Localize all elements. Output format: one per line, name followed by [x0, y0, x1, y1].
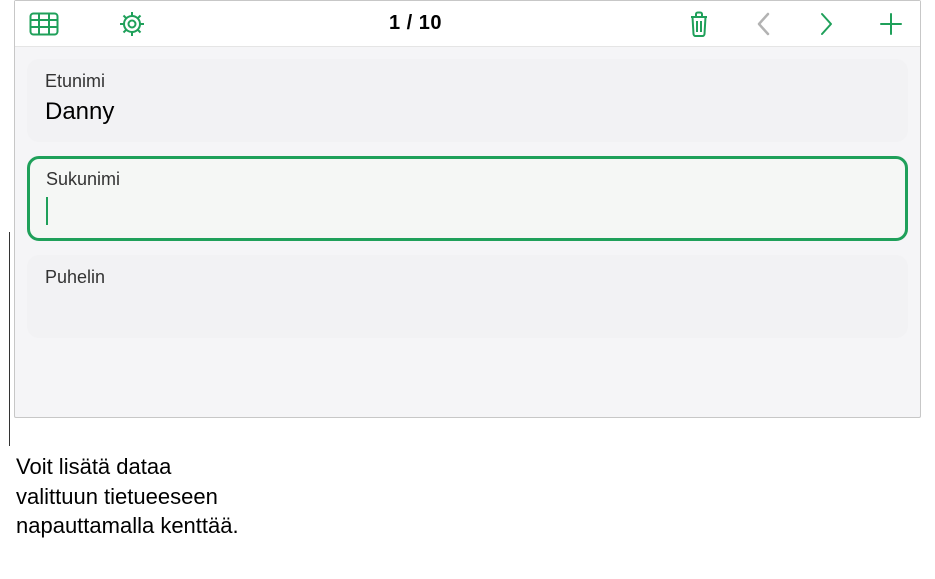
content-area: Etunimi Danny Sukunimi Puhelin: [15, 47, 920, 364]
chevron-right-icon: [819, 11, 835, 37]
field-card-puhelin[interactable]: Puhelin: [27, 255, 908, 338]
toolbar-right-group: [676, 2, 914, 46]
field-value: [46, 196, 889, 226]
table-icon: [29, 12, 59, 36]
field-card-etunimi[interactable]: Etunimi Danny: [27, 59, 908, 142]
chevron-left-icon: [755, 11, 771, 37]
field-value: [45, 294, 890, 324]
gear-icon: [118, 10, 146, 38]
field-label: Puhelin: [45, 267, 890, 288]
plus-icon: [878, 11, 904, 37]
toolbar-left-group: [21, 2, 155, 46]
next-record-button[interactable]: [804, 2, 850, 46]
field-label: Sukunimi: [46, 169, 889, 190]
settings-button[interactable]: [109, 2, 155, 46]
toolbar: 1 / 10: [15, 1, 920, 47]
callout-text: Voit lisätä dataa valittuun tietueeseen …: [16, 452, 239, 541]
record-counter: 1 / 10: [389, 12, 442, 35]
field-value: Danny: [45, 98, 890, 128]
text-cursor: [46, 197, 48, 225]
add-record-button[interactable]: [868, 2, 914, 46]
field-card-sukunimi[interactable]: Sukunimi: [27, 156, 908, 241]
callout-line-1: Voit lisätä dataa: [16, 452, 239, 482]
app-frame: 1 / 10: [14, 0, 921, 418]
table-view-button[interactable]: [21, 2, 67, 46]
callout-leader-line: [9, 232, 10, 446]
previous-record-button[interactable]: [740, 2, 786, 46]
delete-button[interactable]: [676, 2, 722, 46]
callout-line-2: valittuun tietueeseen: [16, 482, 239, 512]
trash-icon: [687, 10, 711, 38]
callout-line-3: napauttamalla kenttää.: [16, 511, 239, 541]
field-label: Etunimi: [45, 71, 890, 92]
